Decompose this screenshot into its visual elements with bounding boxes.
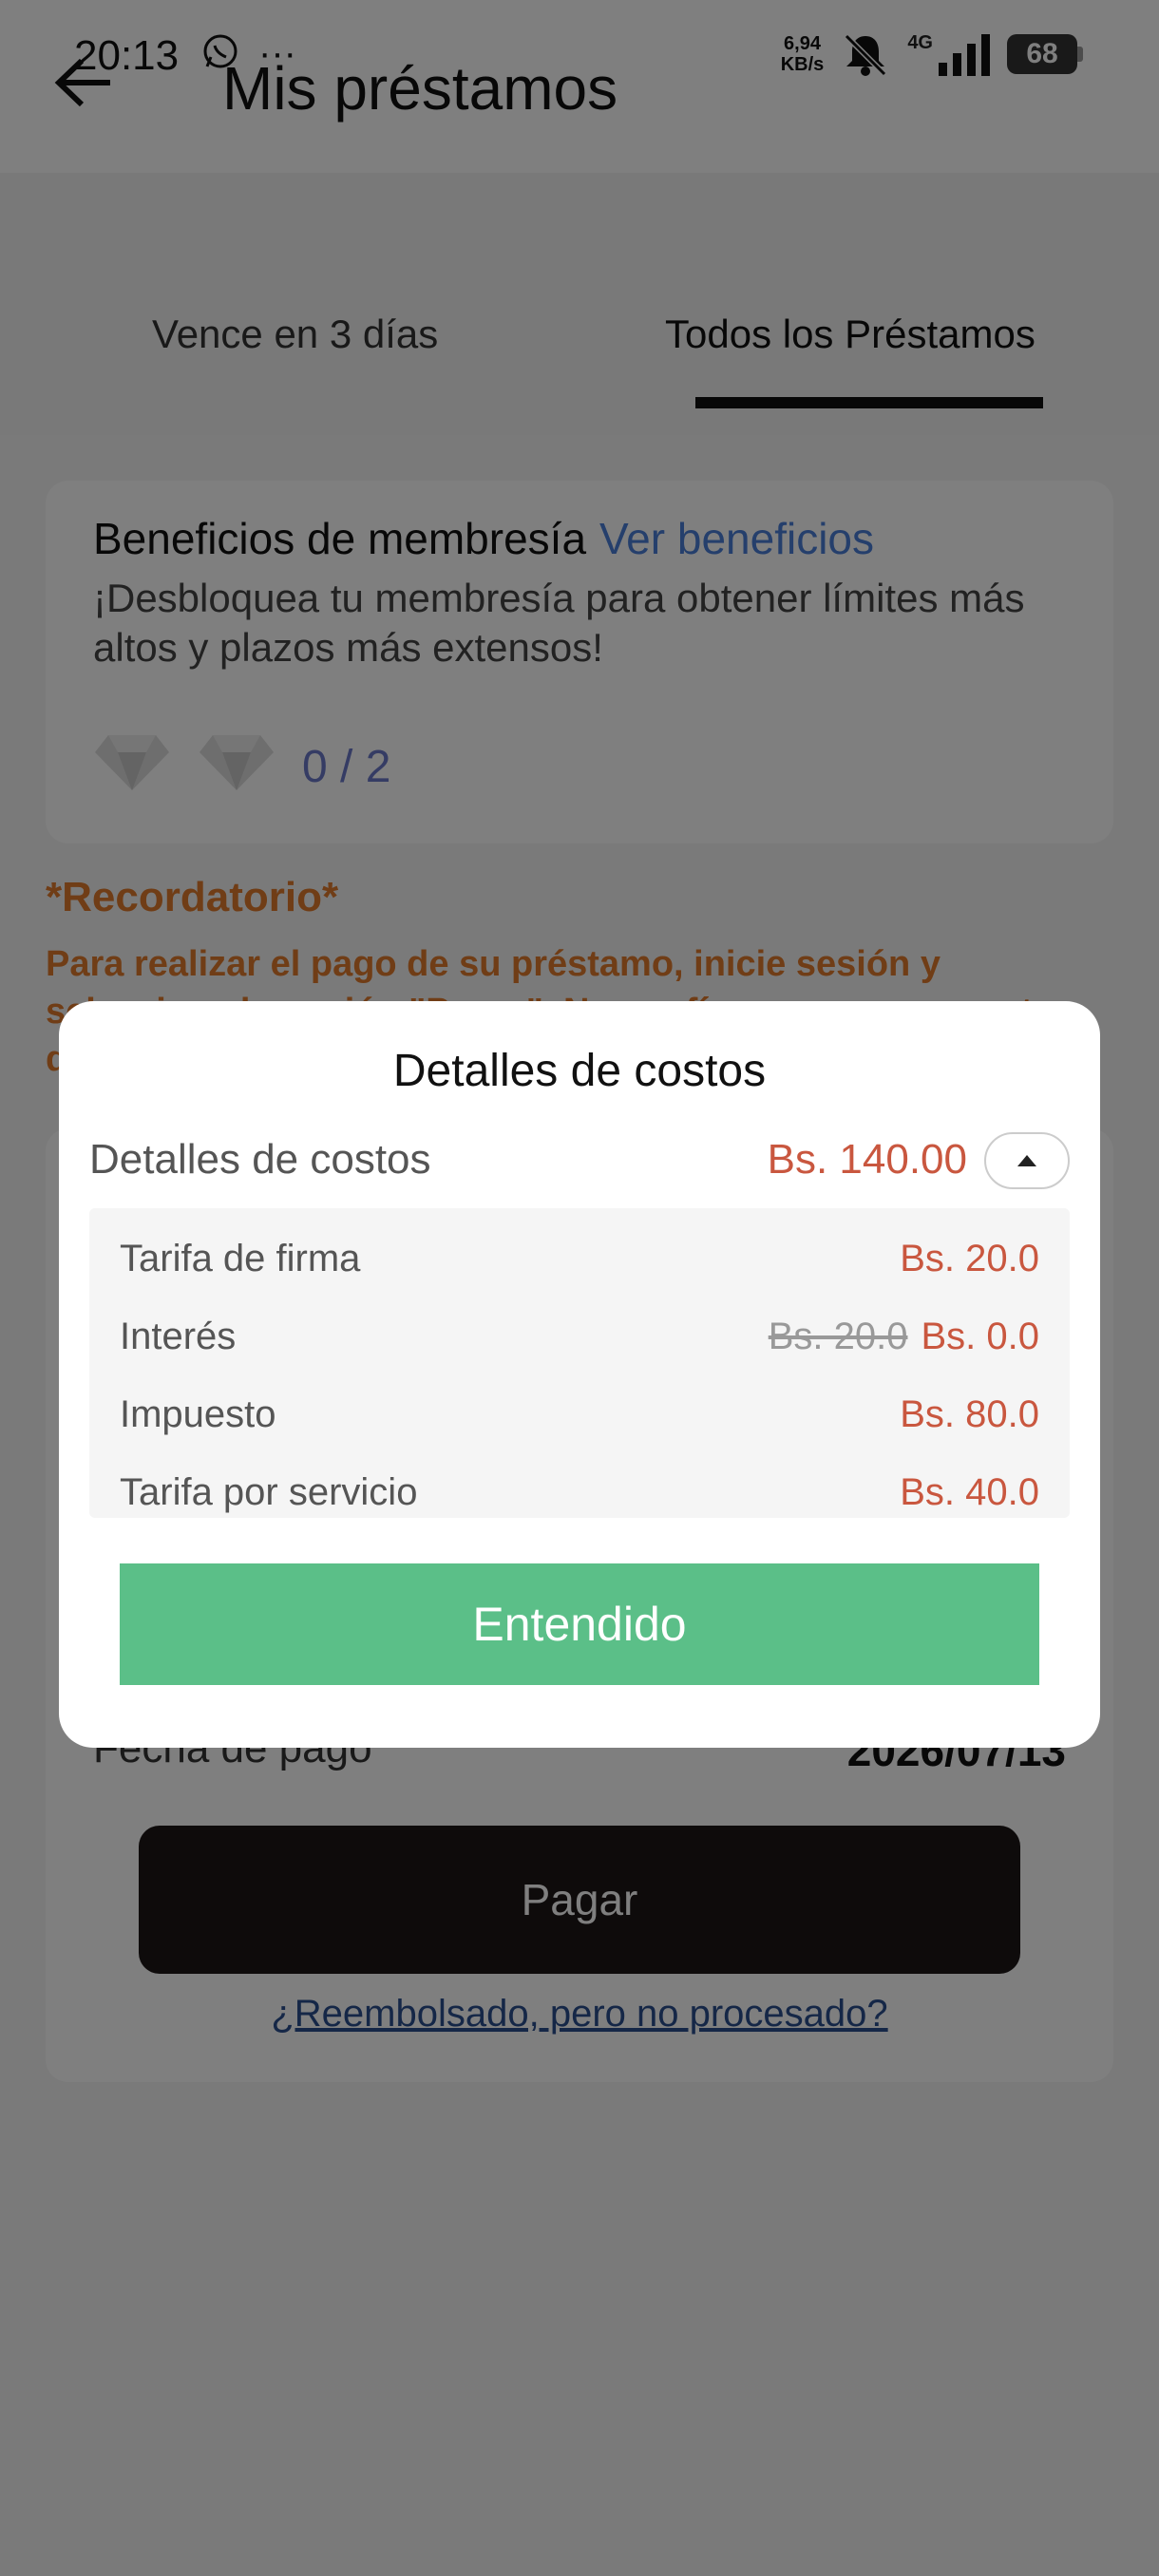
cost-row-values: Bs. 20.0 Bs. 0.0	[769, 1316, 1039, 1358]
cost-row-interest: Interés Bs. 20.0 Bs. 0.0	[120, 1313, 1039, 1360]
cost-summary-total: Bs. 140.00	[767, 1136, 967, 1183]
cost-row-name: Impuesto	[120, 1392, 276, 1435]
cost-row-name: Tarifa de firma	[120, 1237, 361, 1279]
cost-row-value: Bs. 0.0	[921, 1315, 1039, 1357]
cost-row-tax: Impuesto Bs. 80.0	[120, 1391, 1039, 1438]
cost-row-signing-fee: Tarifa de firma Bs. 20.0	[120, 1235, 1039, 1282]
cost-row-name: Interés	[120, 1315, 237, 1357]
cost-breakdown-list: Tarifa de firma Bs. 20.0 Interés Bs. 20.…	[89, 1208, 1070, 1518]
chevron-up-icon	[1017, 1155, 1036, 1166]
cost-row-original-value: Bs. 20.0	[768, 1315, 908, 1357]
modal-title: Detalles de costos	[392, 1046, 767, 1096]
cost-row-value: Bs. 40.0	[900, 1470, 1039, 1513]
collapse-toggle-button[interactable]	[984, 1132, 1070, 1189]
cost-details-modal: Detalles de costos Detalles de costos Bs…	[59, 1001, 1100, 1748]
cost-row-name: Tarifa por servicio	[120, 1470, 418, 1513]
understood-button[interactable]: Entendido	[120, 1563, 1039, 1685]
cost-row-value: Bs. 20.0	[900, 1237, 1039, 1279]
cost-summary-label: Detalles de costos	[89, 1136, 431, 1183]
cost-row-service-fee: Tarifa por servicio Bs. 40.0	[120, 1468, 1039, 1516]
cost-row-value: Bs. 80.0	[900, 1392, 1039, 1435]
